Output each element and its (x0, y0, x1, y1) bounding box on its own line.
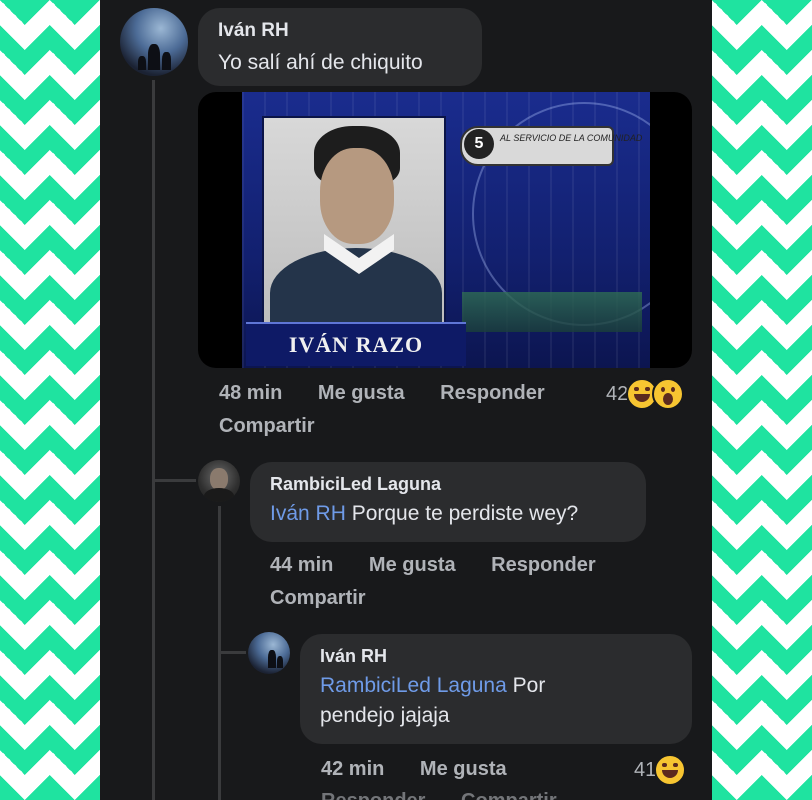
thread-branch-nested (218, 651, 246, 654)
comment-author[interactable]: Iván RH (218, 20, 462, 42)
comment-text: Porque te perdiste wey? (351, 502, 579, 525)
comment-author[interactable]: Iván RH (320, 646, 672, 667)
comment-bubble: Iván RH RambiciLed Laguna Por pendejo ja… (300, 634, 692, 744)
reaction-summary[interactable]: 42 (606, 378, 685, 410)
like-button[interactable]: Me gusta (369, 554, 456, 576)
child-photo (262, 116, 446, 330)
reply-button[interactable]: Responder (491, 554, 595, 576)
comment-actions-row2: Responder Compartir (321, 790, 587, 800)
channel-slogan: AL SERVICIO DE LA COMUNIDAD (500, 133, 643, 143)
comment-actions-row2: Compartir (219, 415, 345, 438)
comment-text-line2: pendejo jajaja (320, 704, 450, 727)
name-caption: IVÁN RAZO (246, 322, 466, 366)
comment-actions: 42 min Me gusta (321, 758, 537, 781)
comment-text: Por (512, 674, 546, 697)
share-button[interactable]: Compartir (270, 587, 366, 609)
like-button[interactable]: Me gusta (420, 758, 507, 780)
share-button[interactable]: Compartir (461, 790, 557, 800)
thread-line (152, 80, 155, 800)
chevron-border-right (712, 0, 812, 800)
comment-actions-row2: Compartir (270, 587, 396, 610)
channel-number: 5 (464, 129, 494, 159)
reply-button[interactable]: Responder (321, 790, 425, 800)
tv-screenshot: IVÁN RAZO 5 AL SERVICIO DE LA COMUNIDAD (242, 92, 650, 368)
comment-text-line: RambiciLed Laguna Por (320, 671, 672, 701)
avatar[interactable] (248, 632, 290, 674)
comment-bubble: Iván RH Yo salí ahí de chiquito (198, 8, 482, 86)
channel-logo: 5 AL SERVICIO DE LA COMUNIDAD (460, 126, 642, 166)
reaction-count: 41 (634, 758, 657, 781)
comment-text: Yo salí ahí de chiquito (218, 51, 423, 74)
comment-time[interactable]: 42 min (321, 758, 384, 780)
wow-reaction-icon (652, 378, 685, 410)
comment-image[interactable]: IVÁN RAZO 5 AL SERVICIO DE LA COMUNIDAD (198, 92, 692, 368)
comment-time[interactable]: 48 min (219, 382, 282, 404)
comment-thread: Iván RH Yo salí ahí de chiquito IVÁN RAZ… (100, 0, 712, 800)
mention-link[interactable]: Iván RH (270, 502, 346, 525)
mention-link[interactable]: RambiciLed Laguna (320, 674, 507, 697)
comment-bubble: RambiciLed Laguna Iván RH Porque te perd… (250, 462, 646, 542)
comment-text-line: Iván RH Porque te perdiste wey? (270, 499, 626, 529)
haha-reaction-icon (654, 754, 687, 786)
comment-author[interactable]: RambiciLed Laguna (270, 474, 626, 495)
thread-branch (152, 479, 196, 482)
reaction-count: 42 (606, 382, 629, 405)
comment-time[interactable]: 44 min (270, 554, 333, 576)
chevron-border-left (0, 0, 100, 800)
comment-actions: 44 min Me gusta Responder (270, 554, 626, 577)
comment-actions: 48 min Me gusta Responder (219, 382, 575, 405)
share-button[interactable]: Compartir (219, 415, 315, 437)
avatar[interactable] (120, 8, 188, 76)
reaction-summary[interactable]: 41 (634, 754, 687, 786)
avatar[interactable] (198, 460, 240, 502)
like-button[interactable]: Me gusta (318, 382, 405, 404)
reply-button[interactable]: Responder (440, 382, 544, 404)
